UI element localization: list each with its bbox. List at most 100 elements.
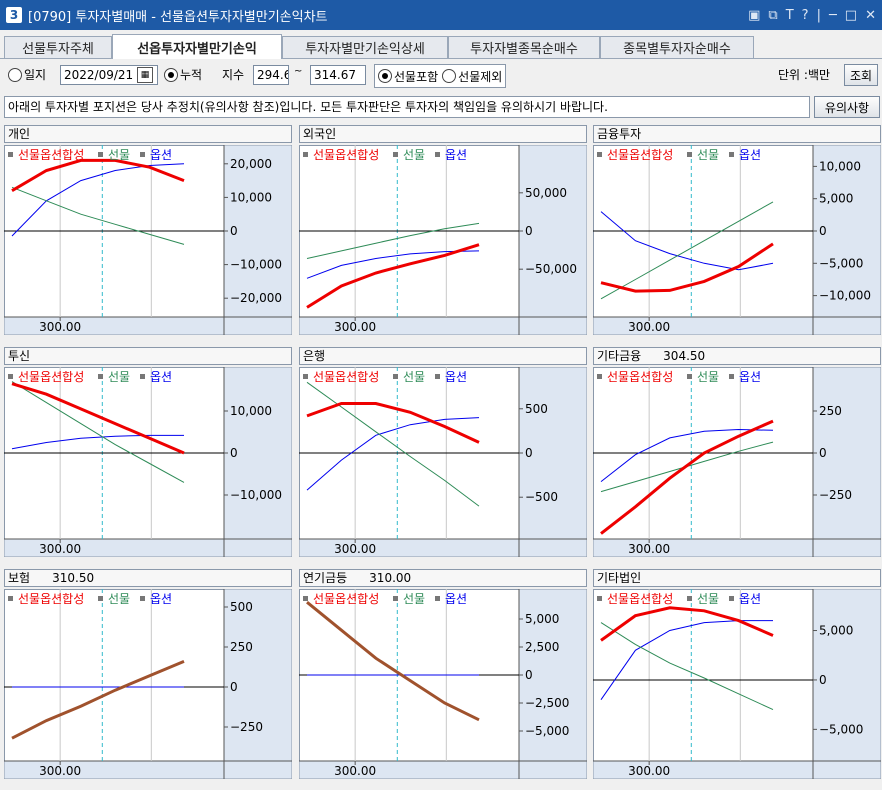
legend-futures-label: 선물 [697, 370, 719, 384]
y-tick-label: 5,000 [819, 192, 853, 206]
maximize-icon[interactable]: □ [845, 8, 857, 23]
cascade-icon[interactable]: ⧉ [768, 8, 777, 23]
minimize-icon[interactable]: ─ [829, 8, 837, 23]
radio-futures-exclude-label[interactable]: 선물제외 [458, 68, 502, 85]
y-tick-label: 0 [819, 224, 827, 238]
y-axis-area [813, 145, 881, 335]
legend-futures-marker [98, 152, 103, 157]
y-tick-label: −5,000 [819, 256, 863, 270]
legend-combined-marker [597, 374, 602, 379]
tab-investor-expiry-detail[interactable]: 투자자별만기손익상세 [282, 36, 448, 58]
x-tick-label: 300.00 [628, 764, 670, 778]
y-tick-label: 250 [819, 404, 842, 418]
legend-combined-label: 선물옵션합성 [313, 592, 379, 606]
window-titlebar: 3 [0790] 투자자별매매 - 선물옵션투자자별만기손익차트 ▣ ⧉ T ?… [0, 0, 882, 30]
panel-other-financial: 기타금융 304.50 250 0 −250 300.00 선물옵션합성 선물 옵션 [593, 347, 882, 557]
x-tick-label: 300.00 [334, 764, 376, 778]
legend-futures-label: 선물 [108, 370, 130, 384]
y-tick-label: 250 [230, 640, 253, 654]
legend-futures-marker [393, 596, 398, 601]
y-tick-label: −500 [525, 490, 558, 504]
panel-pension: 연기금등 310.00 5,000 2,500 0 −2,500 −5,000 300.00… [299, 569, 589, 779]
pnl-chart: 10,000 0 −10,000 300.00 선물옵션합성 선물 옵션 [4, 367, 292, 557]
panel-title: 은행 [299, 347, 587, 365]
legend-combined-label: 선물옵션합성 [607, 592, 673, 606]
tab-investor-item-netbuy[interactable]: 투자자별종목순매수 [448, 36, 600, 58]
index-from-input[interactable]: 294.67 [253, 65, 289, 85]
index-to-value: 314.67 [314, 68, 356, 82]
y-tick-label: −10,000 [819, 289, 871, 303]
radio-daily[interactable]: 일지 [8, 66, 46, 83]
y-tick-label: 0 [819, 446, 827, 460]
radio-cumulative[interactable]: 누적 [164, 66, 202, 83]
legend-combined-marker [303, 374, 308, 379]
pnl-chart: 5,000 0 −5,000 300.00 선물옵션합성 선물 옵션 [593, 589, 881, 779]
legend-options-label: 옵션 [445, 370, 467, 384]
legend-options-label: 옵션 [445, 148, 467, 162]
y-axis-area [519, 145, 587, 335]
radio-futures-include-circle[interactable] [378, 69, 392, 83]
pnl-chart: 50,000 0 −50,000 300.00 선물옵션합성 선물 옵션 [299, 145, 587, 335]
panel-title: 개인 [4, 125, 292, 143]
radio-futures-exclude-circle[interactable] [442, 69, 457, 83]
panel-header-value: 304.50 [663, 349, 706, 363]
legend-futures-marker [687, 596, 692, 601]
legend-combined-label: 선물옵션합성 [18, 592, 84, 606]
x-tick-label: 300.00 [334, 542, 376, 556]
legend-futures-label: 선물 [403, 370, 425, 384]
y-tick-label: −10,000 [230, 258, 282, 272]
panel-title: 투신 [4, 347, 292, 365]
legend-options-label: 옵션 [739, 148, 761, 162]
y-tick-label: −2,500 [525, 696, 569, 710]
index-from-value: 294.67 [257, 68, 288, 82]
radio-cumulative-circle[interactable] [164, 67, 178, 82]
y-tick-label: 500 [525, 402, 548, 416]
help-icon[interactable]: ? [802, 8, 809, 23]
notice-button[interactable]: 유의사항 [814, 96, 880, 118]
tab-futures-investor[interactable]: 선물투자주체 [4, 36, 112, 58]
legend-futures-marker [393, 374, 398, 379]
legend-futures-label: 선물 [697, 592, 719, 606]
tab-investor-expiry-pnl[interactable]: 선옵투자자별만기손익 [112, 34, 282, 59]
query-button[interactable]: 조회 [844, 64, 878, 86]
panel-title-text: 연기금등 [303, 571, 348, 585]
legend-futures-label: 선물 [403, 148, 425, 162]
legend-futures-marker [393, 152, 398, 157]
legend-combined-marker [8, 596, 13, 601]
calendar-icon[interactable]: ▦ [137, 67, 153, 83]
tab-item-investor-netbuy[interactable]: 종목별투자자순매수 [600, 36, 754, 58]
futures-radio-group: 선물포함 선물제외 [374, 64, 507, 88]
legend-options-marker [140, 374, 145, 379]
pnl-chart: 10,000 5,000 0 −5,000 −10,000 300.00 선물옵션합성 선물 옵… [593, 145, 881, 335]
radio-futures-include-label[interactable]: 선물포함 [394, 68, 438, 85]
index-label: 지수 [222, 68, 245, 82]
y-tick-label: 0 [230, 446, 238, 460]
pnl-chart: 20,000 10,000 0 −10,000 −20,000 300.00 선물옵션합성 선… [4, 145, 292, 335]
panel-header-value: 310.50 [52, 571, 95, 585]
radio-daily-circle[interactable] [8, 67, 22, 82]
close-icon[interactable]: ✕ [865, 8, 876, 23]
text-size-icon[interactable]: T [786, 8, 794, 23]
legend-options-marker [729, 596, 734, 601]
radio-cumulative-label: 누적 [180, 68, 203, 82]
y-tick-label: 50,000 [525, 186, 567, 200]
panel-title: 연기금등 310.00 [299, 569, 587, 587]
layout-icon[interactable]: ▣ [748, 8, 760, 23]
legend-options-marker [435, 152, 440, 157]
y-tick-label: −5,000 [525, 724, 569, 738]
panel-title-text: 금융투자 [597, 127, 642, 141]
y-tick-label: −20,000 [230, 291, 282, 305]
y-axis-area [224, 367, 292, 557]
legend-combined-marker [597, 596, 602, 601]
legend-options-label: 옵션 [445, 592, 467, 606]
tab-bar: 선물투자주체 선옵투자자별만기손익 투자자별만기손익상세 투자자별종목순매수 종… [0, 34, 882, 59]
index-to-input[interactable]: 314.67 [310, 65, 366, 85]
x-tick-label: 300.00 [39, 542, 81, 556]
y-axis-area [813, 367, 881, 557]
x-tick-label: 300.00 [39, 764, 81, 778]
legend-futures-marker [98, 596, 103, 601]
panel-other-corporation: 기타법인 5,000 0 −5,000 300.00 선물옵션합성 선물 옵션 [593, 569, 882, 779]
x-tick-label: 300.00 [628, 542, 670, 556]
panel-insurance: 보험 310.50 500 250 0 −250 300.00 선물옵션합성 선물 옵션 [4, 569, 294, 779]
pnl-chart: 500 0 −500 300.00 선물옵션합성 선물 옵션 [299, 367, 587, 557]
